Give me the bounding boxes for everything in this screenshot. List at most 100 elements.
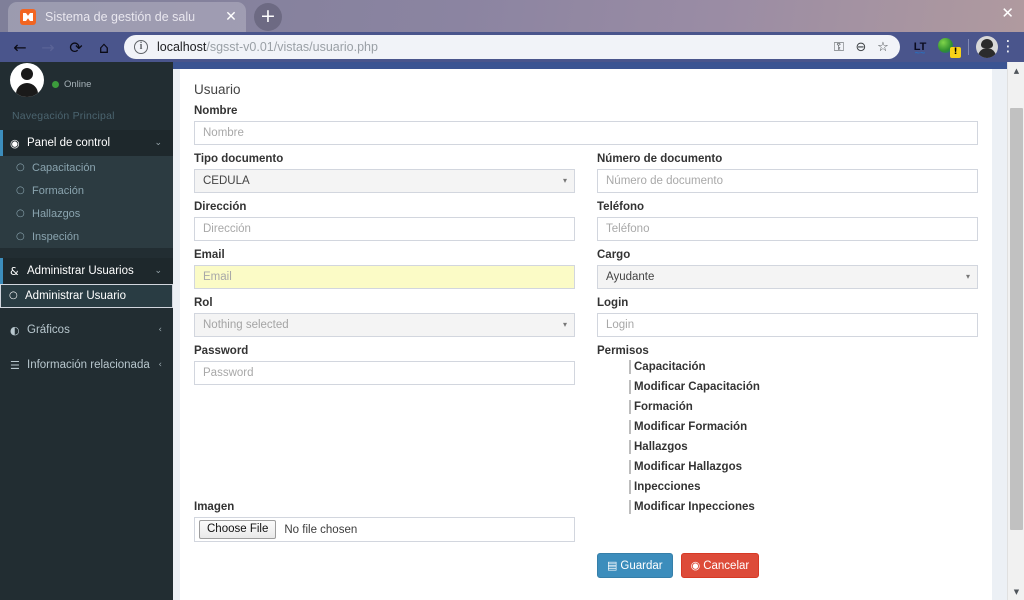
window-close-icon[interactable]: ✕ xyxy=(1001,6,1014,21)
sidebar-item-label: Panel de control xyxy=(27,137,111,149)
browser-menu-icon[interactable]: ⋮ xyxy=(998,36,1018,58)
choose-file-button[interactable]: Choose File xyxy=(199,520,277,539)
checkbox-icon[interactable] xyxy=(629,500,631,514)
email-input[interactable] xyxy=(194,265,575,289)
tipo-documento-select[interactable]: CEDULA ▾ xyxy=(194,169,575,193)
form-left-column: Tipo documento CEDULA ▾ Dirección Direcc… xyxy=(194,153,575,578)
page-viewport: Administrador del Sistema Online Navegac… xyxy=(0,62,1024,600)
page-scrollbar[interactable]: ▲ ▼ xyxy=(1007,62,1024,600)
site-info-icon[interactable]: i xyxy=(134,40,148,54)
imagen-file-input[interactable]: Choose File No file chosen xyxy=(194,517,575,542)
sidebar-item-label: Capacitación xyxy=(32,161,96,174)
chevron-left-icon: ‹ xyxy=(158,360,162,370)
circle-icon: ○ xyxy=(16,162,25,173)
field-login: Login xyxy=(597,297,978,337)
sidebar-section-header: Navegación Principal xyxy=(12,110,115,122)
languagetool-extension-icon[interactable]: LT xyxy=(907,41,933,58)
pie-chart-icon: ◐ xyxy=(10,323,20,337)
main-content: Usuario Nombre Tipo documento xyxy=(173,62,1024,600)
permiso-modificar-capacitacion[interactable]: Modificar Capacitación xyxy=(629,380,978,397)
cargo-select[interactable]: Ayudante ▾ xyxy=(597,265,978,289)
sidebar-item-administrar-usuario[interactable]: ○ Administrar Usuario xyxy=(0,284,173,308)
forward-icon[interactable]: → xyxy=(34,34,62,60)
label-rol: Rol xyxy=(194,297,213,309)
file-status-label: No file chosen xyxy=(284,523,358,536)
browser-titlebar: Sistema de gestión de salu ✕ + ✕ xyxy=(0,0,1024,32)
sidebar-item-label: Administrar Usuarios xyxy=(27,265,134,277)
home-icon[interactable]: ⌂ xyxy=(90,34,118,60)
permiso-hallazgos[interactable]: Hallazgos xyxy=(629,440,978,457)
permiso-modificar-inpecciones[interactable]: Modificar Inpecciones xyxy=(629,500,978,517)
new-tab-button[interactable]: + xyxy=(254,3,282,31)
checkbox-icon[interactable] xyxy=(629,460,631,474)
sidebar-item-panel-de-control[interactable]: ◉ Panel de control ⌄ xyxy=(0,130,173,156)
permiso-label: Modificar Capacitación xyxy=(634,381,760,393)
checkbox-icon[interactable] xyxy=(629,480,631,494)
save-button[interactable]: ▤ Guardar xyxy=(597,553,673,578)
sidebar-user-panel[interactable]: Administrador del Sistema Online xyxy=(0,62,173,100)
reload-icon[interactable]: ⟳ xyxy=(62,34,90,60)
checkbox-icon[interactable] xyxy=(629,420,631,434)
permiso-label: Modificar Formación xyxy=(634,421,748,433)
permiso-formacion[interactable]: Formación xyxy=(629,400,978,417)
numero-documento-input[interactable] xyxy=(597,169,978,193)
globe-extension-icon[interactable]: ! xyxy=(937,36,961,58)
zoom-out-icon[interactable]: ⊖ xyxy=(850,36,872,58)
user-status-label: Online xyxy=(64,78,92,90)
circle-icon: ○ xyxy=(9,290,18,301)
permiso-label: Capacitación xyxy=(634,361,706,373)
sidebar-item-graficos[interactable]: ◐ Gráficos ‹ xyxy=(0,317,173,343)
back-icon[interactable]: ← xyxy=(6,34,34,60)
back-circle-icon: ◉ xyxy=(690,559,701,572)
permiso-inpecciones[interactable]: Inpecciones xyxy=(629,480,978,497)
address-bar[interactable]: i localhost/sgsst-v0.01/vistas/usuario.p… xyxy=(124,35,900,59)
permiso-modificar-formacion[interactable]: Modificar Formación xyxy=(629,420,978,437)
profile-avatar-icon[interactable] xyxy=(976,36,998,58)
permiso-label: Inpecciones xyxy=(634,481,701,493)
direccion-input[interactable] xyxy=(194,217,575,241)
permiso-label: Hallazgos xyxy=(634,441,688,453)
save-icon: ▤ xyxy=(607,559,618,572)
telefono-input[interactable] xyxy=(597,217,978,241)
cancel-button[interactable]: ◉ Cancelar xyxy=(680,553,760,578)
password-input[interactable] xyxy=(194,361,575,385)
rol-value: Nothing selected xyxy=(203,319,289,331)
warning-badge: ! xyxy=(950,47,961,58)
form-body: Nombre Tipo documento CEDULA ▾ xyxy=(180,105,992,592)
sidebar-item-hallazgos[interactable]: ○ Hallazgos xyxy=(0,202,173,225)
sidebar-item-administrar-usuarios[interactable]: & Administrar Usuarios ⌄ xyxy=(0,258,173,284)
permiso-modificar-hallazgos[interactable]: Modificar Hallazgos xyxy=(629,460,978,477)
sidebar-item-formacion[interactable]: ○ Formación xyxy=(0,179,173,202)
close-icon[interactable]: ✕ xyxy=(222,8,240,26)
label-email: Email xyxy=(194,249,225,261)
sidebar-item-label: Inspeción xyxy=(32,230,80,243)
login-input[interactable] xyxy=(597,313,978,337)
nombre-input[interactable] xyxy=(194,121,978,145)
field-imagen: Imagen Choose File No file chosen xyxy=(194,501,575,542)
scroll-up-icon[interactable]: ▲ xyxy=(1008,62,1024,79)
permiso-label: Formación xyxy=(634,401,693,413)
form-columns: Tipo documento CEDULA ▾ Dirección Direcc… xyxy=(194,153,978,578)
password-key-icon[interactable]: ⚿ xyxy=(828,36,850,58)
field-nombre: Nombre xyxy=(194,105,978,145)
bookmark-star-icon[interactable]: ☆ xyxy=(872,36,894,58)
url-path: /sgsst-v0.01/vistas/usuario.php xyxy=(206,40,378,54)
browser-tab[interactable]: Sistema de gestión de salu ✕ xyxy=(8,2,246,32)
checkbox-icon[interactable] xyxy=(629,360,631,374)
checkbox-icon[interactable] xyxy=(629,440,631,454)
scroll-down-icon[interactable]: ▼ xyxy=(1008,583,1024,600)
sidebar-item-informacion-relacionada[interactable]: ☰ Información relacionada ‹ xyxy=(0,352,173,378)
sidebar-item-capacitacion[interactable]: ○ Capacitación xyxy=(0,156,173,179)
url-text: localhost/sgsst-v0.01/vistas/usuario.php xyxy=(157,40,828,54)
circle-icon: ○ xyxy=(16,208,25,219)
cargo-value: Ayudante xyxy=(606,271,655,283)
permiso-capacitacion[interactable]: Capacitación xyxy=(629,360,978,377)
scrollbar-thumb[interactable] xyxy=(1010,108,1023,530)
sidebar-item-inspecion[interactable]: ○ Inspeción xyxy=(0,225,173,248)
rol-select[interactable]: Nothing selected ▾ xyxy=(194,313,575,337)
tipo-documento-value: CEDULA xyxy=(203,175,250,187)
checkbox-icon[interactable] xyxy=(629,400,631,414)
checkbox-icon[interactable] xyxy=(629,380,631,394)
